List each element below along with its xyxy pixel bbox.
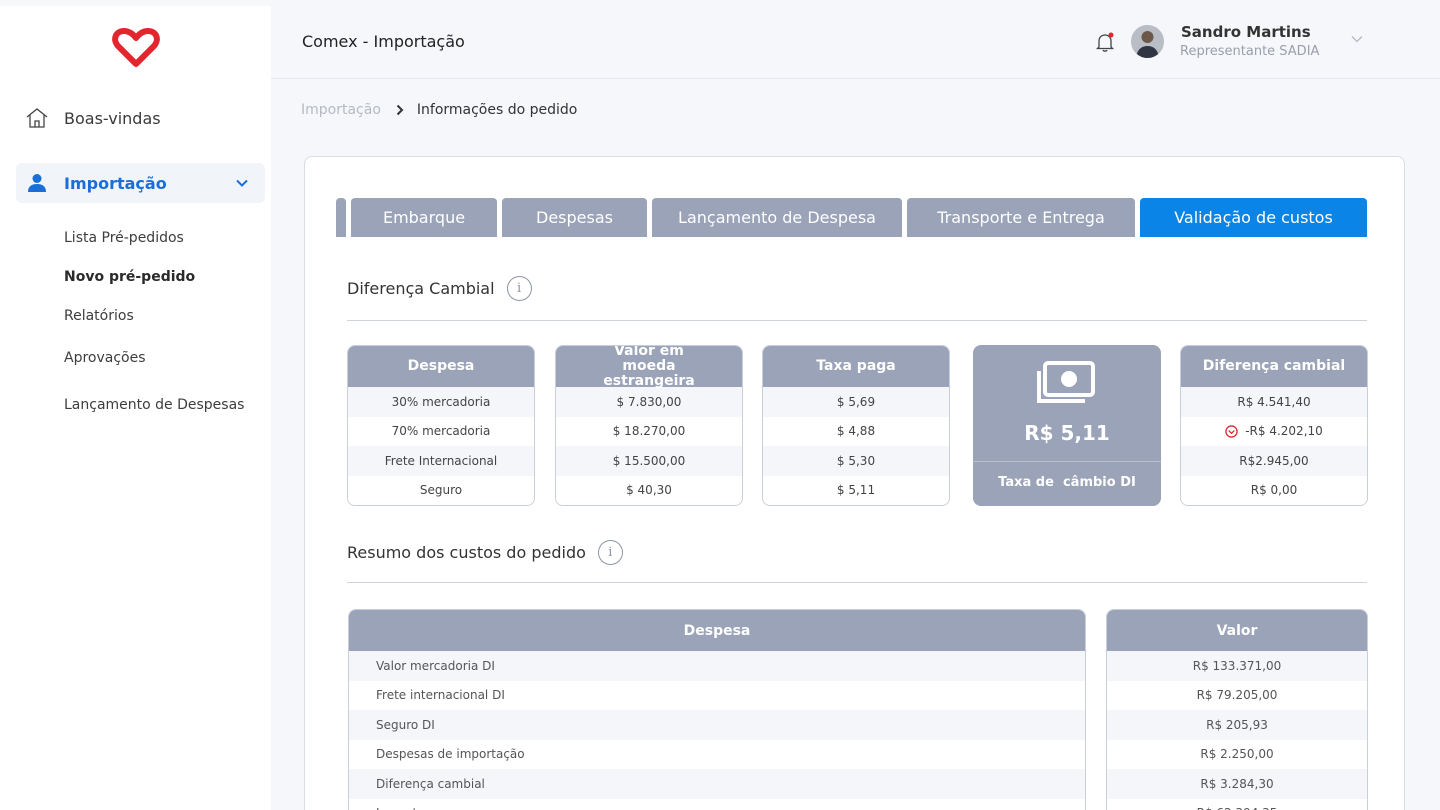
info-icon[interactable]: i <box>506 276 532 301</box>
user-role: Representante SADIA <box>1180 44 1320 59</box>
divider <box>347 320 1367 321</box>
table-row: Seguro <box>348 475 534 505</box>
subnav-relatorios[interactable]: Relatórios <box>64 308 134 324</box>
nav-importacao[interactable]: Importação <box>16 163 265 203</box>
table-taxa-paga: Taxa paga $ 5,69 $ 4,88 $ 5,30 $ 5,11 <box>762 345 950 506</box>
table-row: R$ 62.394,35 <box>1107 798 1367 810</box>
table-row: $ 40,30 <box>556 475 742 505</box>
table-row: $ 15.500,00 <box>556 446 742 476</box>
exchange-rate-label: Taxa de câmbio DI <box>998 475 1136 490</box>
sidebar: Boas-vindas Importação Lista Pré-pedidos… <box>0 0 271 810</box>
subnav-aprovacoes[interactable]: Aprovações <box>64 350 146 366</box>
table-row: $ 4,88 <box>763 416 949 446</box>
nav-importacao-label: Importação <box>64 173 167 193</box>
negative-value: -R$ 4.202,10 <box>1245 424 1323 439</box>
bell-icon[interactable] <box>1094 31 1116 53</box>
table-row: Frete internacional DI <box>349 680 1085 710</box>
column-header: Valor em moeda estrangeira <box>556 346 742 389</box>
chevron-down-icon[interactable] <box>1350 32 1364 46</box>
summary-table-despesa: Despesa Valor mercadoria DI Frete intern… <box>348 609 1086 810</box>
table-row: R$ 205,93 <box>1107 710 1367 740</box>
table-row: $ 18.270,00 <box>556 416 742 446</box>
chevron-right-icon <box>396 104 404 116</box>
info-icon[interactable]: i <box>597 540 623 565</box>
table-row: $ 5,11 <box>763 475 949 505</box>
chevron-down-icon[interactable] <box>235 176 249 190</box>
column-header: Taxa paga <box>763 346 949 387</box>
page-title: Comex - Importação <box>302 32 465 51</box>
user-name: Sandro Martins <box>1181 23 1311 41</box>
table-row: Impostos <box>349 798 1085 810</box>
subnav-novo-pre-pedido[interactable]: Novo pré-pedido <box>64 269 195 285</box>
table-row: Diferença cambial <box>349 769 1085 799</box>
breadcrumb-current: Informações do pedido <box>416 102 578 118</box>
table-row: R$ 2.250,00 <box>1107 739 1367 769</box>
nav-welcome[interactable]: Boas-vindas <box>16 98 265 138</box>
tab-despesas[interactable]: Despesas <box>502 198 647 237</box>
exchange-title-text: Diferença Cambial <box>347 279 495 298</box>
table-row: Frete Internacional <box>348 446 534 476</box>
nav-welcome-label: Boas-vindas <box>64 108 161 128</box>
cash-icon <box>1037 361 1095 403</box>
top-strip <box>0 0 271 6</box>
tab-transporte-entrega[interactable]: Transporte e Entrega <box>907 198 1135 237</box>
table-row: Valor mercadoria DI <box>349 651 1085 681</box>
breadcrumb: Importação Informações do pedido <box>301 102 577 118</box>
table-diferenca-cambial: Diferença cambial R$ 4.541,40 -R$ 4.202,… <box>1180 345 1368 506</box>
home-icon <box>25 106 49 130</box>
subnav-lista-pre-pedidos[interactable]: Lista Pré-pedidos <box>64 230 184 246</box>
table-row: Despesas de importação <box>349 739 1085 769</box>
column-header: Despesa <box>348 346 534 387</box>
summary-table-valor: Valor R$ 133.371,00 R$ 79.205,00 R$ 205,… <box>1106 609 1368 810</box>
avatar[interactable] <box>1131 25 1164 58</box>
divider <box>973 461 1161 462</box>
table-row: R$ 79.205,00 <box>1107 680 1367 710</box>
table-row: $ 5,30 <box>763 446 949 476</box>
table-row: 30% mercadoria <box>348 387 534 417</box>
table-row: R$ 0,00 <box>1181 475 1367 505</box>
table-row: R$ 4.541,40 <box>1181 387 1367 417</box>
tab-validacao-custos[interactable]: Validação de custos <box>1140 198 1367 237</box>
tab-embarque[interactable]: Embarque <box>351 198 497 237</box>
table-row: R$ 3.284,30 <box>1107 769 1367 799</box>
exchange-section-title: Diferença Cambial i <box>347 276 532 301</box>
table-row: -R$ 4.202,10 <box>1181 416 1367 446</box>
column-header: Valor <box>1107 610 1367 651</box>
tab-previous[interactable] <box>336 198 346 237</box>
breadcrumb-parent[interactable]: Importação <box>301 102 381 118</box>
table-row: R$2.945,00 <box>1181 446 1367 476</box>
table-valor-moeda: Valor em moeda estrangeira $ 7.830,00 $ … <box>555 345 743 506</box>
arrow-down-circle-icon <box>1225 425 1238 438</box>
table-row: 70% mercadoria <box>348 416 534 446</box>
heart-logo-icon[interactable] <box>112 28 160 68</box>
table-row: R$ 133.371,00 <box>1107 651 1367 681</box>
exchange-rate-value: R$ 5,11 <box>1024 421 1110 445</box>
summary-title-text: Resumo dos custos do pedido <box>347 543 586 562</box>
column-header: Diferença cambial <box>1181 346 1367 387</box>
exchange-rate-card: R$ 5,11 Taxa de câmbio DI <box>973 345 1161 506</box>
user-icon <box>25 171 49 195</box>
table-row: $ 5,69 <box>763 387 949 417</box>
divider <box>347 582 1367 583</box>
column-header: Despesa <box>349 610 1085 651</box>
table-row: $ 7.830,00 <box>556 387 742 417</box>
subnav-lancamento-despesas[interactable]: Lançamento de Despesas <box>64 397 244 413</box>
table-row: Seguro DI <box>349 710 1085 740</box>
tab-lancamento-despesa[interactable]: Lançamento de Despesa <box>652 198 902 237</box>
top-header: Comex - Importação Sandro Martins Repres… <box>271 6 1440 79</box>
order-card: Embarque Despesas Lançamento de Despesa … <box>304 156 1405 810</box>
summary-section-title: Resumo dos custos do pedido i <box>347 540 623 565</box>
table-despesa: Despesa 30% mercadoria 70% mercadoria Fr… <box>347 345 535 506</box>
